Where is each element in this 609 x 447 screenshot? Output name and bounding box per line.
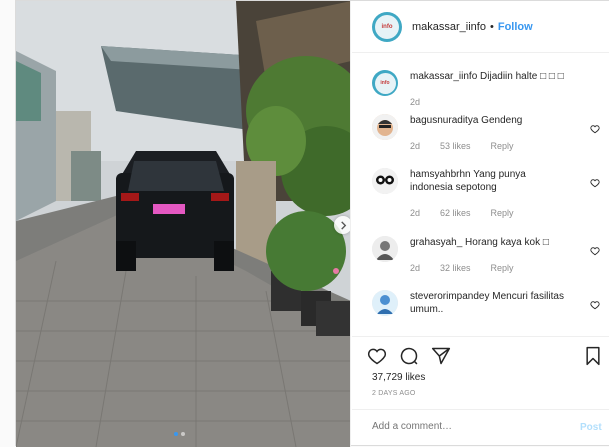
comment-avatar[interactable] xyxy=(372,114,398,140)
owner-avatar[interactable]: info xyxy=(372,11,402,42)
caption-avatar[interactable]: info xyxy=(372,70,398,96)
comment-likes[interactable]: 53 likes xyxy=(440,141,471,151)
comment-meta: 2d 62 likes Reply xyxy=(410,208,514,218)
goggles-avatar-icon xyxy=(372,168,398,194)
comment-bubble-icon[interactable] xyxy=(399,346,419,366)
street-car-photo xyxy=(16,1,350,447)
likes-count[interactable]: 37,729 likes xyxy=(372,372,425,383)
caption-text: Dijadiin halte □ □ □ xyxy=(480,71,564,82)
face-avatar-icon xyxy=(372,114,398,140)
post-comment-button[interactable]: Post xyxy=(580,422,602,433)
carousel-indicator xyxy=(174,432,185,436)
comment-avatar[interactable] xyxy=(372,168,398,194)
comment-likes[interactable]: 62 likes xyxy=(440,208,471,218)
comment-text: Horang kaya kok □ xyxy=(465,237,549,248)
makassar-info-logo-icon: info xyxy=(374,72,396,94)
chevron-right-icon xyxy=(340,220,346,230)
comment-body: grahasyah_ Horang kaya kok □ xyxy=(410,236,570,249)
share-paper-plane-icon[interactable] xyxy=(431,346,451,366)
post-side-panel: info makassar_iinfo • Follow info makass… xyxy=(352,1,609,447)
comment-username[interactable]: steverorimpandey xyxy=(410,291,489,302)
illustrated-avatar-icon xyxy=(372,290,398,316)
heart-outline-icon[interactable] xyxy=(590,178,600,188)
comment-avatar[interactable] xyxy=(372,236,398,262)
heart-outline-icon[interactable] xyxy=(590,246,600,256)
separator-dot: • xyxy=(489,20,494,33)
caption-meta: 2d xyxy=(410,97,420,107)
caption-username[interactable]: makassar_iinfo xyxy=(410,71,477,82)
comments-list[interactable]: info makassar_iinfo Dijadiin halte □ □ □… xyxy=(352,54,609,336)
makassar-info-logo-icon: info xyxy=(375,14,399,39)
comment-input[interactable] xyxy=(372,421,562,432)
action-icons xyxy=(367,346,451,366)
instagram-post: info makassar_iinfo • Follow info makass… xyxy=(15,0,609,447)
bookmark-icon[interactable] xyxy=(584,346,602,366)
comment-time[interactable]: 2d xyxy=(410,141,420,151)
like-heart-icon[interactable] xyxy=(367,346,387,366)
heart-outline-icon[interactable] xyxy=(590,124,600,134)
caption-time[interactable]: 2d xyxy=(410,97,420,107)
carousel-dot xyxy=(181,432,185,436)
comment-meta: 2d 53 likes Reply xyxy=(410,141,514,151)
comment-meta: 2d 32 likes Reply xyxy=(410,263,514,273)
comment-time[interactable]: 2d xyxy=(410,263,420,273)
add-comment-bar: Post xyxy=(352,409,609,447)
comment-username[interactable]: grahasyah_ xyxy=(410,237,462,248)
owner-username[interactable]: makassar_iinfo xyxy=(412,21,486,33)
comment-username[interactable]: hamsyahbrhn xyxy=(410,169,471,180)
person-avatar-icon xyxy=(372,236,398,262)
reply-button[interactable]: Reply xyxy=(491,141,514,151)
caption-body: makassar_iinfo Dijadiin halte □ □ □ xyxy=(410,70,570,83)
comment-time[interactable]: 2d xyxy=(410,208,420,218)
comment-text: Gendeng xyxy=(481,115,523,126)
heart-outline-icon[interactable] xyxy=(590,300,600,310)
comment-username[interactable]: bagusnuraditya xyxy=(410,115,478,126)
comment-body: hamsyahbrhn Yang punya indonesia sepoton… xyxy=(410,168,570,194)
post-photo[interactable] xyxy=(16,1,351,447)
follow-button[interactable]: Follow xyxy=(498,21,533,33)
reply-button[interactable]: Reply xyxy=(491,208,514,218)
comment-body: bagusnuraditya Gendeng xyxy=(410,114,570,127)
reply-button[interactable]: Reply xyxy=(491,263,514,273)
comment-avatar[interactable] xyxy=(372,290,398,316)
carousel-dot-active xyxy=(174,432,178,436)
comment-likes[interactable]: 32 likes xyxy=(440,263,471,273)
next-slide-button[interactable] xyxy=(334,216,350,234)
post-date[interactable]: 2 DAYS AGO xyxy=(372,390,416,397)
comment-body: steverorimpandey Mencuri fasilitas umum.… xyxy=(410,290,570,316)
post-header: info makassar_iinfo • Follow xyxy=(352,1,609,53)
